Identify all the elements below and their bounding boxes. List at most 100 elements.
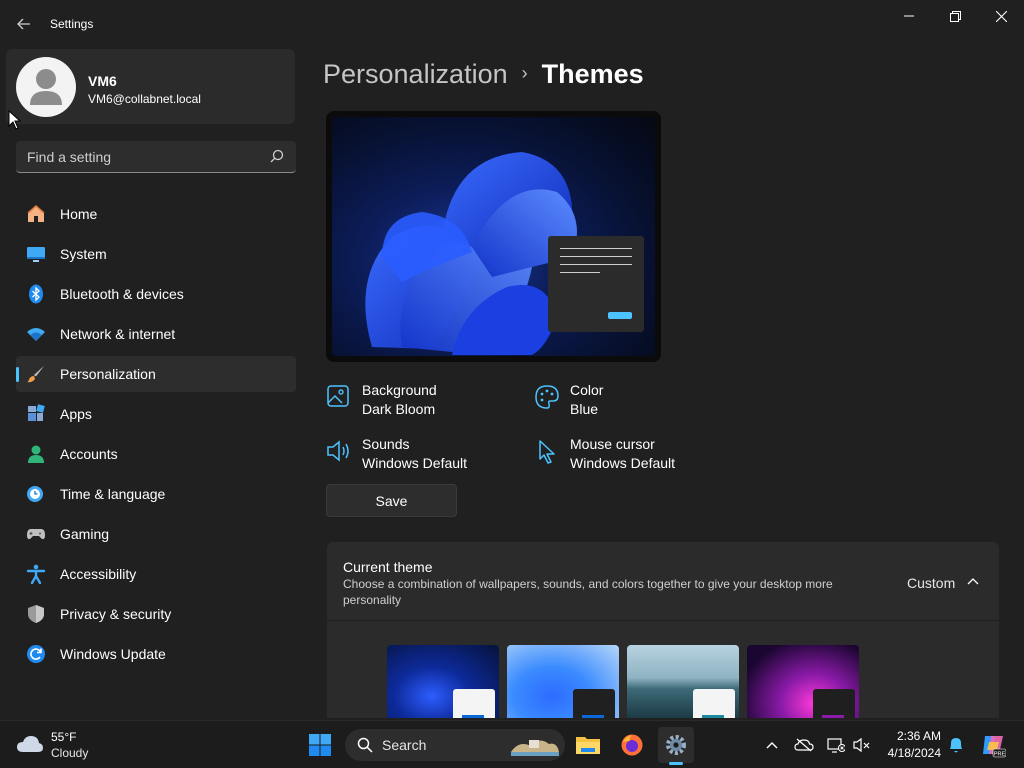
color-title: Color xyxy=(570,382,604,398)
clock-globe-icon xyxy=(27,486,43,502)
current-theme-title: Current theme xyxy=(343,559,433,575)
active-indicator xyxy=(16,367,19,382)
chevron-up-icon[interactable] xyxy=(967,576,979,588)
palette-icon xyxy=(535,385,559,409)
weather-condition: Cloudy xyxy=(51,746,89,760)
current-theme-value: Custom xyxy=(907,575,956,591)
shield-icon xyxy=(28,605,44,623)
close-button[interactable] xyxy=(978,0,1024,32)
sidebar-item-windows-update[interactable]: Windows Update xyxy=(16,636,296,672)
chevron-up-icon xyxy=(766,742,778,749)
update-icon xyxy=(27,645,45,663)
sidebar-item-accounts[interactable]: Accounts xyxy=(16,436,296,472)
mouse-pointer-icon xyxy=(8,110,22,130)
taskbar-search-label: Search xyxy=(382,737,427,753)
folder-icon xyxy=(576,737,600,754)
clock-time[interactable]: 2:36 AM xyxy=(885,729,941,743)
sidebar-item-label: Bluetooth & devices xyxy=(60,286,184,302)
wallpaper-preview xyxy=(332,117,655,356)
show-hidden-icons-button[interactable] xyxy=(762,735,782,755)
sidebar-item-home[interactable]: Home xyxy=(16,196,296,232)
main-content: Personalization › Themes Background Dark… xyxy=(310,48,1024,718)
sidebar-item-label: Windows Update xyxy=(60,646,166,662)
bluetooth-icon xyxy=(29,284,43,304)
accounts-icon xyxy=(28,445,44,463)
notifications-button[interactable] xyxy=(946,735,966,755)
copilot-icon: PRE xyxy=(983,736,1006,758)
avatar xyxy=(16,57,76,117)
back-arrow-icon xyxy=(17,18,30,30)
settings-taskbar-button[interactable] xyxy=(658,727,694,765)
speaker-icon xyxy=(327,440,349,462)
back-button[interactable] xyxy=(10,12,38,36)
current-theme-description: Choose a combination of wallpapers, soun… xyxy=(343,577,833,607)
sidebar-item-label: Gaming xyxy=(60,526,110,542)
restore-button[interactable] xyxy=(932,0,978,32)
restore-icon xyxy=(949,10,961,22)
start-button[interactable] xyxy=(302,727,338,763)
sidebar-item-network[interactable]: Network & internet xyxy=(16,316,296,352)
cursor-value: Windows Default xyxy=(570,455,676,471)
profile-email: VM6@collabnet.local xyxy=(88,92,201,106)
clock-date[interactable]: 4/18/2024 xyxy=(880,746,941,760)
sidebar-item-label: Privacy & security xyxy=(60,606,172,622)
theme-thumbnail[interactable] xyxy=(387,645,499,718)
windows-logo-icon xyxy=(309,734,331,756)
user-avatar-icon xyxy=(30,69,62,105)
sidebar-item-privacy[interactable]: Privacy & security xyxy=(16,596,296,632)
sidebar-item-personalization[interactable]: Personalization xyxy=(16,356,296,392)
sidebar-item-accessibility[interactable]: Accessibility xyxy=(16,556,296,592)
sidebar-item-label: Time & language xyxy=(60,486,166,502)
gear-icon xyxy=(666,735,686,755)
theme-thumbnail[interactable] xyxy=(507,645,619,718)
minimize-button[interactable] xyxy=(886,0,932,32)
sidebar-item-apps[interactable]: Apps xyxy=(16,396,296,432)
current-theme-card: Current theme Choose a combination of wa… xyxy=(327,542,999,718)
sidebar-item-gaming[interactable]: Gaming xyxy=(16,516,296,552)
volume-status[interactable] xyxy=(852,735,872,755)
apps-icon xyxy=(28,404,45,421)
copilot-button[interactable]: PRE xyxy=(980,732,1006,758)
wifi-icon xyxy=(27,328,45,341)
title-bar: Settings xyxy=(0,0,1024,48)
save-button[interactable]: Save xyxy=(326,484,457,517)
preview-window-mockup xyxy=(548,236,644,332)
sidebar-item-time-language[interactable]: Time & language xyxy=(16,476,296,512)
network-status[interactable] xyxy=(826,735,846,755)
svg-text:PRE: PRE xyxy=(994,752,1006,758)
taskbar: 55°F Cloudy Search 2:36 AM 4/18/2024 PRE xyxy=(0,720,1024,768)
sounds-value: Windows Default xyxy=(362,455,468,471)
sounds-title: Sounds xyxy=(362,436,410,452)
breadcrumb: Personalization › Themes xyxy=(323,59,644,90)
color-value: Blue xyxy=(570,401,599,417)
onedrive-status[interactable] xyxy=(794,735,814,755)
breadcrumb-parent-link[interactable]: Personalization xyxy=(323,59,508,89)
sidebar-item-system[interactable]: System xyxy=(16,236,296,272)
cloud-offline-icon xyxy=(794,738,814,752)
minimize-icon xyxy=(904,15,914,17)
current-theme-header[interactable]: Current theme Choose a combination of wa… xyxy=(327,542,999,621)
close-icon xyxy=(995,10,1007,22)
sidebar-item-bluetooth[interactable]: Bluetooth & devices xyxy=(16,276,296,312)
search-icon xyxy=(270,149,284,163)
search-icon xyxy=(357,737,373,753)
page-title: Themes xyxy=(541,59,644,89)
sidebar-item-label: Accounts xyxy=(60,446,118,462)
profile-name: VM6 xyxy=(88,73,117,89)
firefox-button[interactable] xyxy=(614,727,650,763)
home-icon xyxy=(27,205,45,222)
accessibility-icon xyxy=(26,564,46,584)
sidebar-item-label: Apps xyxy=(60,406,92,422)
theme-thumbnail[interactable] xyxy=(747,645,859,718)
settings-search-input[interactable]: Find a setting xyxy=(16,141,296,173)
file-explorer-button[interactable] xyxy=(570,727,606,763)
sidebar: VM6 VM6@collabnet.local Find a setting H… xyxy=(0,48,310,718)
theme-thumbnail[interactable] xyxy=(627,645,739,718)
profile-card[interactable]: VM6 VM6@collabnet.local xyxy=(6,49,295,124)
breadcrumb-separator-icon: › xyxy=(521,63,528,83)
cursor-title: Mouse cursor xyxy=(570,436,655,452)
active-app-indicator xyxy=(669,762,683,765)
speaker-muted-icon xyxy=(853,737,870,753)
taskbar-search[interactable]: Search xyxy=(345,729,565,761)
background-value: Dark Bloom xyxy=(362,401,436,417)
